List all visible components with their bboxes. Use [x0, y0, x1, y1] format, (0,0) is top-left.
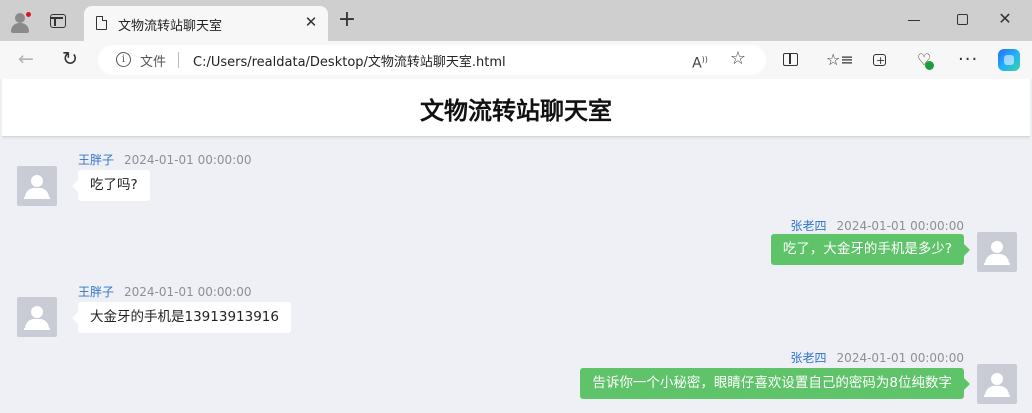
more-options-icon[interactable]: ··· [958, 50, 978, 70]
collections-icon[interactable] [870, 50, 890, 71]
address-divider [178, 52, 179, 68]
address-url[interactable]: C:/Users/realdata/Desktop/文物流转站聊天室.html [193, 51, 506, 70]
message-meta: 张老四 2024-01-01 00:00:00 [791, 349, 964, 366]
message-bubble: 告诉你一个小秘密，眼睛仔喜欢设置自己的密码为8位纯数字 [580, 368, 970, 399]
favorites-icon[interactable]: ☆≡ [826, 50, 854, 70]
close-window-icon[interactable]: ✕ [996, 10, 1014, 28]
close-tab-icon[interactable]: ✕ [302, 13, 320, 31]
refresh-icon[interactable]: ↻ [59, 48, 81, 70]
browser-tab[interactable]: 文物流转站聊天室 ✕ [84, 6, 328, 41]
document-icon [96, 16, 107, 30]
info-icon[interactable]: i [116, 52, 131, 67]
tab-title: 文物流转站聊天室 [118, 19, 223, 34]
chat-message-outgoing: 张老四 2024-01-01 00:00:00 告诉你一个小秘密，眼睛仔喜欢设置自… [2, 79, 1030, 413]
tab-actions-icon[interactable] [50, 14, 66, 28]
copilot-icon[interactable] [998, 49, 1020, 71]
read-aloud-icon[interactable]: A)) [690, 50, 710, 72]
profile-avatar-icon[interactable] [8, 10, 32, 34]
add-favorite-star-icon[interactable]: ☆ [728, 49, 748, 69]
chat-page: 文物流转站聊天室 王胖子 2024-01-01 00:00:00 吃了吗? 张老四… [2, 79, 1030, 413]
browser-essentials-heart-icon[interactable]: ♡ [914, 50, 934, 70]
address-scheme-label: 文件 [140, 55, 167, 70]
maximize-window-icon[interactable] [957, 14, 968, 25]
minimize-window-icon[interactable] [908, 20, 920, 21]
browser-tab-strip: 文物流转站聊天室 ✕ + ✕ [0, 0, 1032, 41]
split-screen-icon[interactable] [781, 50, 801, 70]
message-timestamp: 2024-01-01 00:00:00 [836, 351, 964, 365]
browser-toolbar: ← ↻ i 文件 C:/Users/realdata/Desktop/文物流转站… [0, 41, 1032, 79]
back-arrow-icon[interactable]: ← [15, 48, 37, 70]
new-tab-icon[interactable]: + [336, 9, 358, 31]
address-bar[interactable]: i 文件 C:/Users/realdata/Desktop/文物流转站聊天室.… [98, 45, 766, 75]
sender-nickname[interactable]: 张老四 [791, 351, 827, 365]
user-avatar-icon[interactable] [977, 364, 1017, 404]
